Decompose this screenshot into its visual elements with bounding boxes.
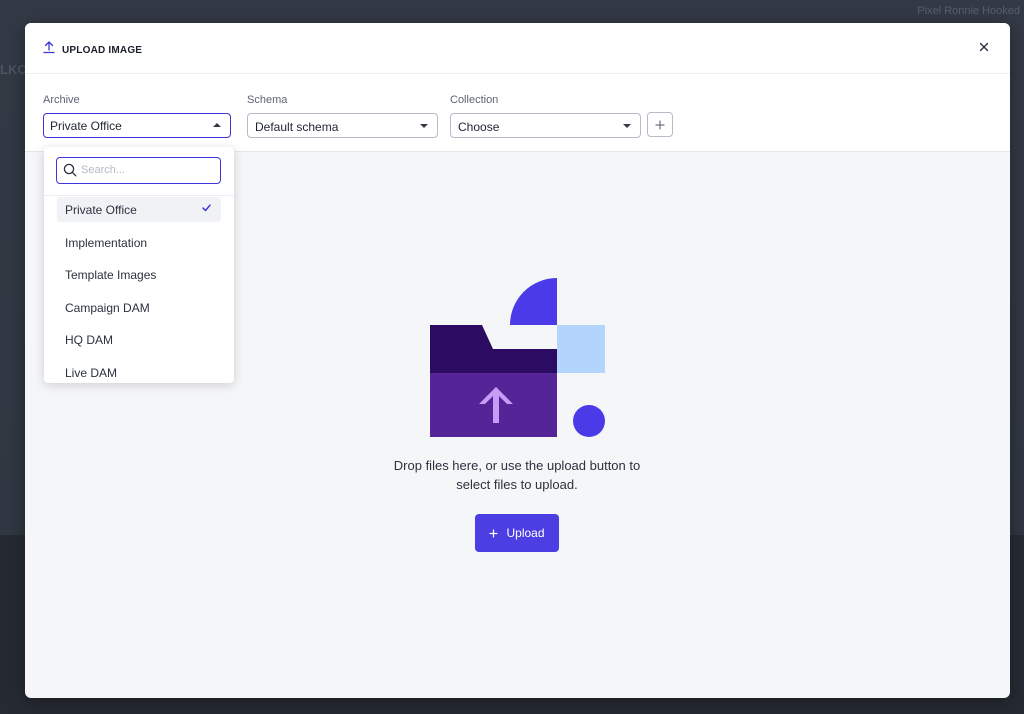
dropdown-item-hq-dam[interactable]: HQ DAM — [57, 327, 221, 352]
add-collection-button[interactable] — [647, 112, 673, 137]
dropdown-item-live-dam[interactable]: Live DAM — [57, 360, 221, 384]
dropdown-item-label: HQ DAM — [65, 333, 113, 347]
backdrop-left-text: LKO — [0, 62, 28, 77]
check-icon — [202, 204, 211, 212]
schema-select[interactable]: Default schema — [247, 113, 438, 138]
modal-title: UPLOAD IMAGE — [43, 41, 142, 59]
dropdown-divider — [44, 195, 234, 196]
archive-field: Archive Private Office — [43, 94, 231, 138]
dropdown-item-private-office[interactable]: Private Office — [57, 197, 221, 222]
light-blue-square — [557, 325, 605, 373]
dropdown-item-campaign-dam[interactable]: Campaign DAM — [57, 295, 221, 320]
dropdown-item-label: Private Office — [65, 203, 137, 217]
collection-select[interactable]: Choose — [450, 113, 641, 138]
dropdown-item-label: Live DAM — [65, 365, 118, 380]
dropdown-search — [56, 157, 221, 184]
archive-select-value: Private Office — [50, 119, 122, 133]
close-icon — [979, 42, 989, 52]
collection-select-value: Choose — [458, 120, 500, 134]
plus-icon — [655, 119, 665, 130]
dropzone-line-2: select files to upload. — [456, 477, 578, 492]
chevron-down-icon — [623, 124, 631, 128]
upload-button-label: Upload — [506, 526, 545, 540]
upload-folder-illustration — [430, 278, 605, 437]
modal-title-text: UPLOAD IMAGE — [62, 44, 143, 56]
schema-field: Schema Default schema — [247, 94, 438, 138]
upload-icon — [43, 41, 55, 59]
blue-circle-shape — [573, 405, 605, 437]
upload-button[interactable]: Upload — [475, 514, 559, 552]
modal-header: UPLOAD IMAGE — [25, 23, 1010, 74]
schema-label: Schema — [247, 94, 288, 106]
chevron-up-icon — [213, 123, 221, 127]
archive-dropdown: Private Office Implementation Template I… — [44, 147, 234, 383]
close-button[interactable] — [976, 39, 992, 55]
dropdown-list: Private Office Implementation Template I… — [57, 197, 221, 383]
archive-select[interactable]: Private Office — [43, 113, 231, 138]
folder-tab — [430, 325, 557, 373]
field-bar: Archive Private Office Schema Default sc… — [25, 74, 1010, 152]
plus-icon — [489, 528, 499, 538]
schema-select-value: Default schema — [255, 120, 339, 134]
dropdown-item-label: Campaign DAM — [65, 300, 150, 315]
dropdown-item-template-images[interactable]: Template Images — [57, 262, 221, 287]
quarter-circle-shape — [510, 278, 557, 325]
search-icon — [63, 163, 77, 177]
dropzone-text: Drop files here, or use the upload butto… — [367, 456, 667, 494]
archive-label: Archive — [43, 94, 80, 106]
upload-image-modal: UPLOAD IMAGE Archive Private Office Sche… — [25, 23, 1010, 698]
backdrop-top-text: Pixel Ronnie Hooked — [917, 5, 1020, 17]
collection-field: Collection Choose — [450, 94, 673, 138]
collection-label: Collection — [450, 94, 499, 106]
dropdown-search-input[interactable] — [81, 161, 216, 179]
dropdown-item-label: Implementation — [65, 235, 148, 250]
dropdown-item-implementation[interactable]: Implementation — [57, 230, 221, 255]
dropzone-line-1: Drop files here, or use the upload butto… — [393, 458, 641, 473]
dropdown-item-label: Template Images — [65, 268, 157, 282]
chevron-down-icon — [420, 124, 428, 128]
